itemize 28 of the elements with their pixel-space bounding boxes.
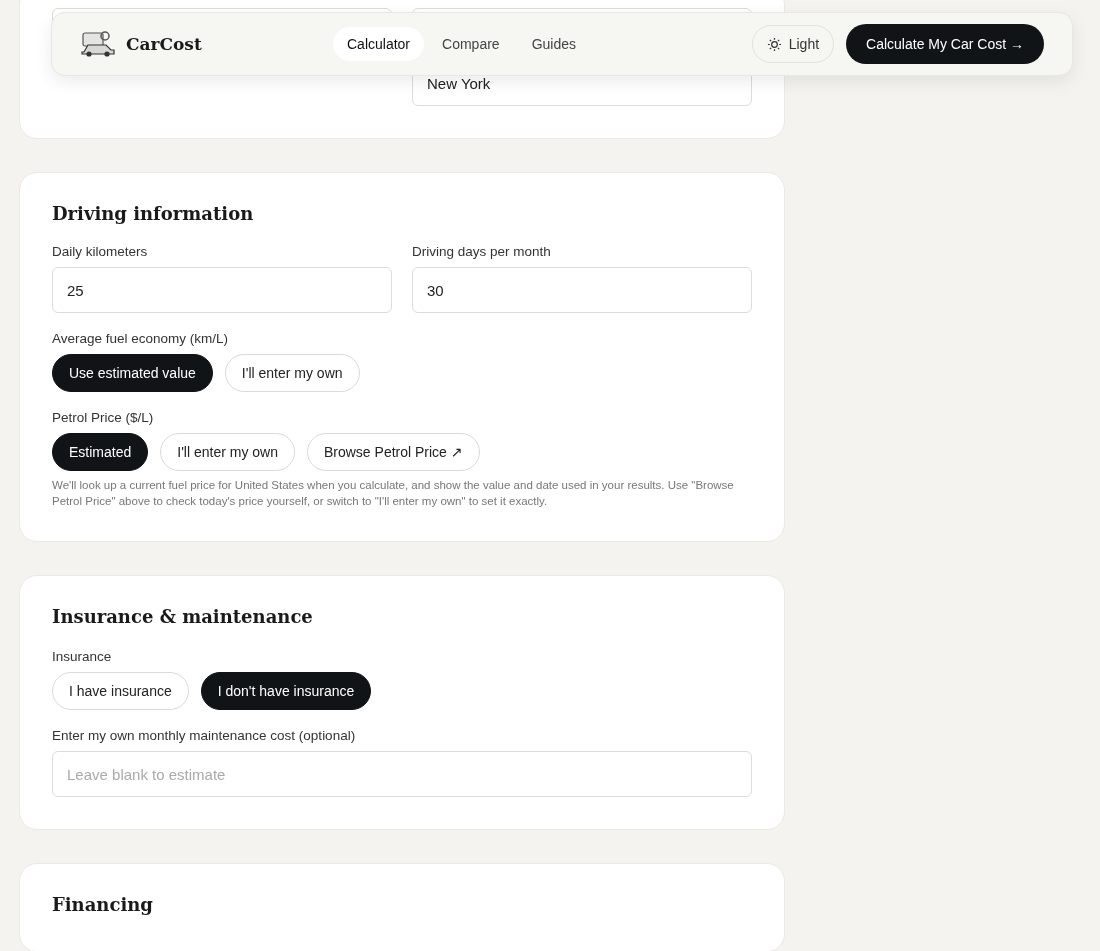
option-pill[interactable]: I'll enter my own: [160, 433, 295, 471]
option-pill[interactable]: Use estimated value: [52, 354, 213, 392]
option-pill[interactable]: Estimated: [52, 433, 149, 471]
car-logo-icon: [80, 30, 116, 58]
field-label: Enter my own monthly maintenance cost (optional): [52, 728, 357, 744]
nav-link[interactable]: Calculator: [333, 27, 425, 61]
field-label: Insurance: [52, 649, 113, 665]
nav-link[interactable]: Compare: [428, 27, 514, 61]
help-text: We'll look up a current fuel price for United States when you calculate, and show the value and date used in your results. Use "Browse Petrol Price" above to check today's price yourself, or switch to "I'll enter my own" to set it exactly.: [52, 478, 735, 510]
section-title: Driving information: [52, 203, 255, 224]
field-label: Daily kilometers: [52, 244, 149, 259]
input-field[interactable]: 30: [412, 267, 752, 313]
calculate-button[interactable]: Calculate My Car Cost →: [846, 24, 1044, 64]
nav-link[interactable]: Guides: [517, 27, 590, 61]
field-label: Average fuel economy (km/L): [52, 331, 230, 346]
option-pill[interactable]: I don't have insurance: [200, 672, 372, 711]
section-title: Financing: [52, 894, 154, 916]
option-pill[interactable]: I'll enter my own: [224, 354, 360, 392]
option-pill[interactable]: I have insurance: [52, 672, 189, 711]
field-label: Petrol Price ($/L): [52, 410, 155, 425]
brand-name[interactable]: CarCost: [126, 34, 202, 54]
field-label: Driving days per month: [412, 244, 552, 259]
option-pill[interactable]: Browse Petrol Price ↗: [306, 433, 480, 471]
input-field[interactable]: 25: [52, 267, 392, 313]
input-field[interactable]: Leave blank to estimate: [52, 751, 752, 798]
theme-toggle-button[interactable]: Light: [751, 25, 835, 63]
section-title: Insurance & maintenance: [52, 606, 314, 628]
sun-icon: [766, 36, 782, 52]
